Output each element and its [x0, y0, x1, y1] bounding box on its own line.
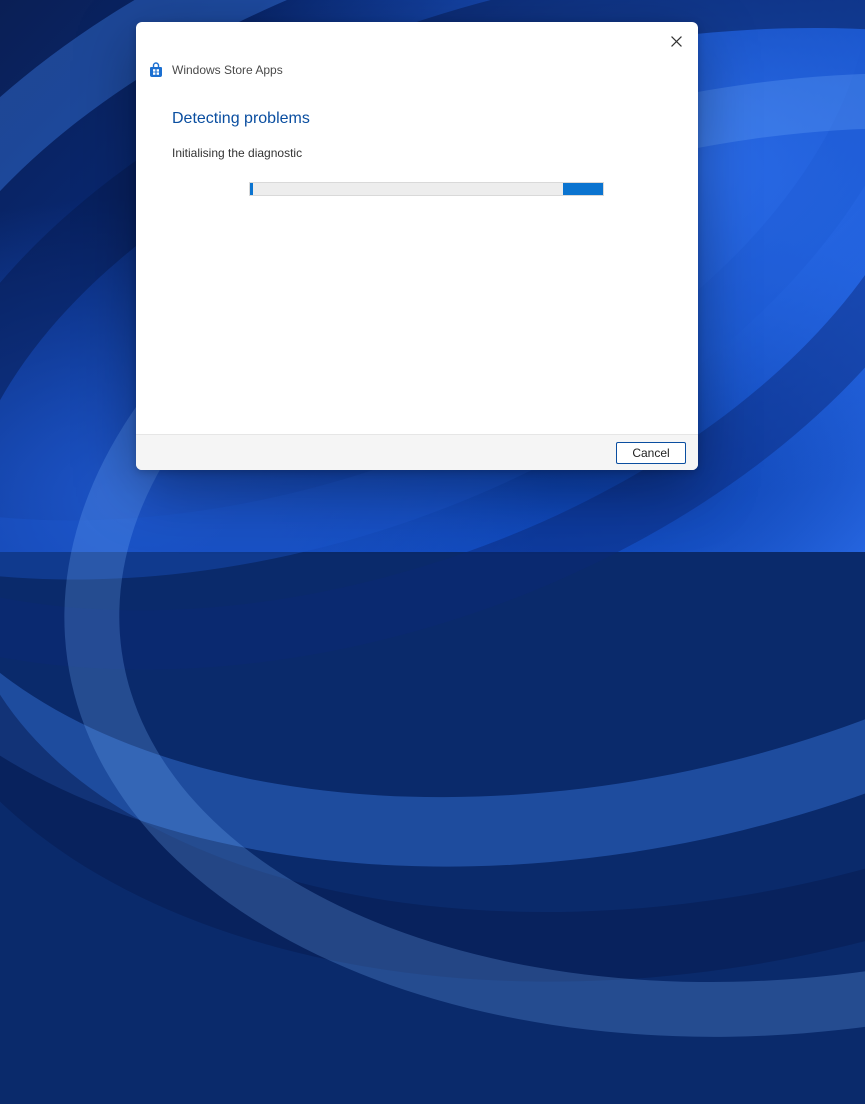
dialog-titlebar — [136, 22, 698, 58]
close-icon — [671, 34, 682, 52]
store-bag-icon — [148, 62, 164, 78]
close-button[interactable] — [662, 30, 690, 56]
progress-bar — [249, 182, 604, 196]
status-text: Initialising the diagnostic — [172, 146, 662, 160]
dialog-footer: Cancel — [136, 434, 698, 470]
troubleshooter-dialog: Windows Store Apps Detecting problems In… — [136, 22, 698, 470]
dialog-content: Detecting problems Initialising the diag… — [136, 84, 698, 434]
cancel-button[interactable]: Cancel — [616, 442, 686, 464]
troubleshooter-header: Windows Store Apps — [136, 56, 698, 84]
troubleshooter-name: Windows Store Apps — [172, 63, 283, 77]
dialog-heading: Detecting problems — [172, 110, 662, 128]
